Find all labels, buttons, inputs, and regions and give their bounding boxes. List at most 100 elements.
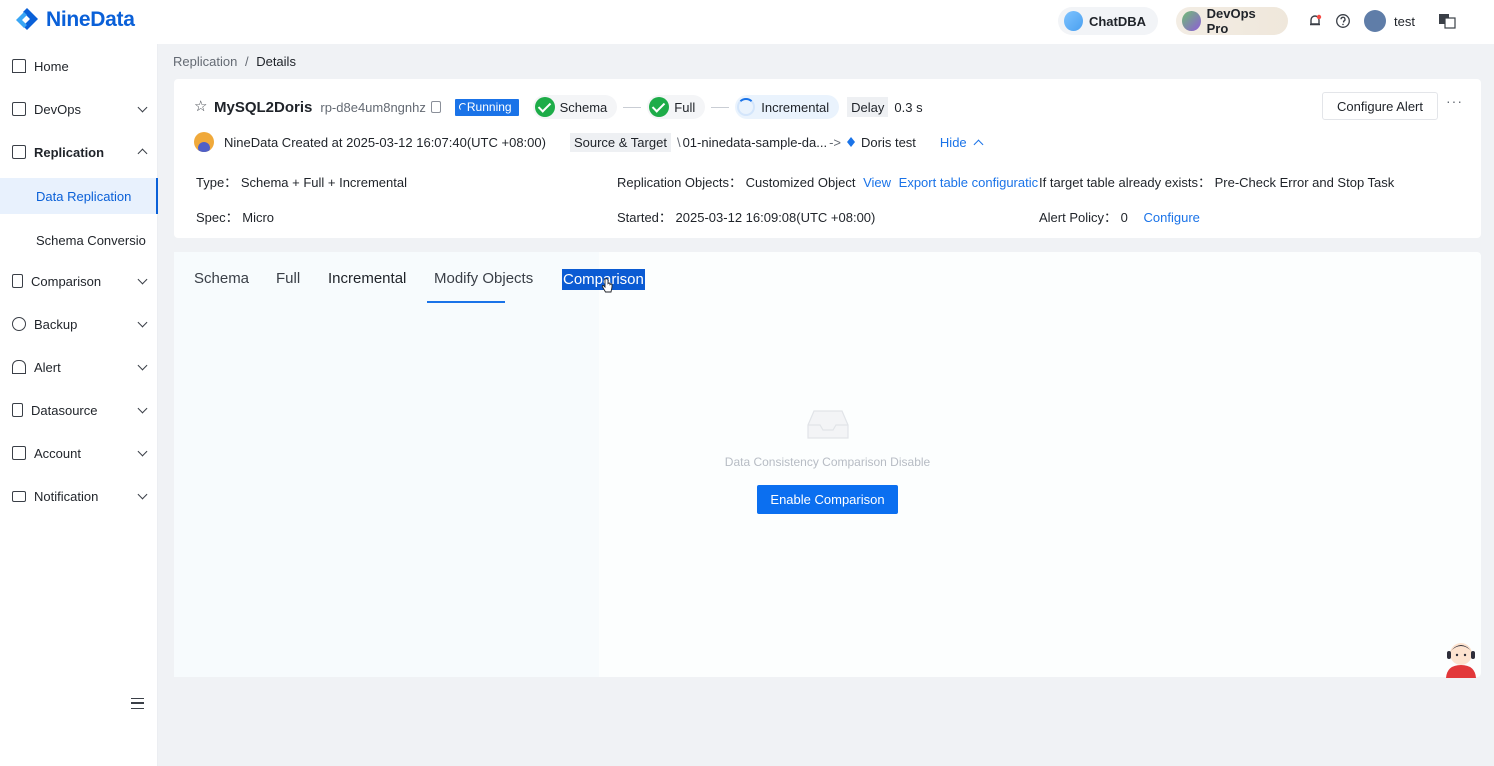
breadcrumb-replication[interactable]: Replication bbox=[173, 54, 237, 69]
alarm-icon bbox=[12, 360, 26, 374]
sidebar-item-replication[interactable]: Replication bbox=[0, 134, 158, 170]
step-full: Full bbox=[647, 95, 706, 119]
type-info: Type： Schema + Full + Incremental bbox=[196, 172, 407, 191]
configure-link[interactable]: Configure bbox=[1144, 210, 1200, 225]
sidebar-item-devops[interactable]: DevOps bbox=[0, 91, 158, 127]
hide-details-link[interactable]: Hide bbox=[939, 134, 984, 150]
star-icon[interactable]: ☆ bbox=[194, 99, 208, 114]
step-label: Schema bbox=[559, 99, 608, 115]
source-target-label: Source & Target bbox=[569, 132, 671, 152]
tab-incremental[interactable]: Incremental bbox=[328, 270, 406, 287]
target-exists-label: If target table already exists： bbox=[1039, 175, 1211, 190]
sidebar-subitem-data-replication[interactable]: Data Replication bbox=[0, 178, 158, 214]
replication-objects-info: Replication Objects： Customized Object V… bbox=[617, 172, 1039, 191]
step-label: Incremental bbox=[761, 99, 830, 115]
started-value: 2025-03-12 16:09:08(UTC +08:00) bbox=[675, 210, 876, 225]
alert-policy-label: Alert Policy： bbox=[1039, 210, 1118, 225]
step-connector bbox=[711, 106, 730, 108]
started-info: Started： 2025-03-12 16:09:08(UTC +08:00) bbox=[617, 207, 875, 226]
tab-modify-objects[interactable]: Modify Objects bbox=[434, 270, 533, 287]
hand-cursor-icon bbox=[601, 278, 613, 293]
sidebar-item-datasource[interactable]: Datasource bbox=[0, 392, 158, 428]
top-bar: NineData ChatDBA DevOps Pro test bbox=[0, 0, 1494, 44]
hide-label: Hide bbox=[939, 134, 967, 150]
monitor-icon bbox=[12, 102, 26, 116]
sidebar-item-home[interactable]: Home bbox=[0, 48, 158, 84]
view-link[interactable]: View bbox=[863, 175, 891, 190]
clipboard-icon bbox=[12, 274, 23, 288]
sidebar-item-label: Notification bbox=[34, 488, 99, 504]
cloud-icon bbox=[12, 317, 26, 331]
bell-icon[interactable] bbox=[1307, 13, 1323, 29]
chevron-down-icon bbox=[137, 317, 148, 328]
tabs-panel: Schema Full Incremental Modify Objects C… bbox=[174, 252, 1481, 677]
tab-schema[interactable]: Schema bbox=[194, 270, 249, 287]
more-icon[interactable]: ··· bbox=[1446, 93, 1463, 109]
chevron-down-icon bbox=[137, 274, 148, 285]
chevron-down-icon bbox=[137, 489, 148, 500]
replication-objects-label: Replication Objects： bbox=[617, 175, 742, 190]
configure-alert-button[interactable]: Configure Alert bbox=[1322, 92, 1438, 120]
language-icon[interactable] bbox=[1438, 12, 1456, 30]
breadcrumb-current: Details bbox=[256, 54, 296, 69]
chatdba-button[interactable]: ChatDBA bbox=[1058, 7, 1158, 35]
enable-comparison-button[interactable]: Enable Comparison bbox=[757, 485, 898, 514]
sidebar-item-label: Alert bbox=[34, 359, 61, 375]
spec-info: Spec： Micro bbox=[196, 207, 274, 226]
doris-icon bbox=[847, 137, 856, 147]
sidebar-item-label: Schema Conversio bbox=[36, 232, 146, 248]
chevron-down-icon bbox=[137, 102, 148, 113]
created-info: NineData Created at 2025-03-12 16:07:40(… bbox=[224, 134, 546, 150]
step-incremental: Incremental bbox=[735, 95, 840, 119]
sidebar-subitem-schema-conversion[interactable]: Schema Conversio bbox=[0, 222, 158, 258]
support-assistant-icon[interactable] bbox=[1443, 638, 1479, 678]
help-icon[interactable] bbox=[1335, 13, 1351, 29]
type-label: Type： bbox=[196, 175, 238, 190]
sidebar-item-label: Datasource bbox=[31, 402, 98, 418]
sidebar-item-backup[interactable]: Backup bbox=[0, 306, 158, 342]
empty-state-message: Data Consistency Comparison Disable bbox=[724, 455, 931, 469]
target-datasource[interactable]: Doris test bbox=[861, 135, 916, 150]
app-logo[interactable]: NineData bbox=[14, 7, 135, 33]
ninedata-logo-icon bbox=[16, 8, 38, 30]
sidebar-item-notification[interactable]: Notification bbox=[0, 478, 158, 514]
type-value: Schema + Full + Incremental bbox=[240, 175, 408, 190]
home-icon bbox=[12, 59, 26, 73]
sidebar-item-label: Replication bbox=[34, 144, 105, 160]
sidebar-item-alert[interactable]: Alert bbox=[0, 349, 158, 385]
sidebar-item-comparison[interactable]: Comparison bbox=[0, 263, 158, 299]
loading-spinner-icon bbox=[737, 98, 756, 116]
user-menu[interactable]: test bbox=[1364, 10, 1415, 32]
export-table-config-link[interactable]: Export table configuratic bbox=[899, 175, 1038, 190]
chatdba-label: ChatDBA bbox=[1088, 13, 1146, 29]
devops-pro-label: DevOps Pro bbox=[1206, 6, 1256, 36]
task-title-row: ☆ MySQL2Doris rp-d8e4um8ngnhz Running Sc… bbox=[194, 95, 923, 119]
sidebar: Home DevOps Replication Data Replication… bbox=[0, 44, 158, 766]
delay-label: Delay bbox=[847, 97, 889, 117]
target-exists-value: Pre-Check Error and Stop Task bbox=[1214, 175, 1395, 190]
task-name: MySQL2Doris bbox=[214, 98, 313, 116]
sidebar-item-account[interactable]: Account bbox=[0, 435, 158, 471]
empty-inbox-icon bbox=[807, 410, 849, 439]
devops-pro-button[interactable]: DevOps Pro bbox=[1176, 6, 1288, 36]
app-name: NineData bbox=[46, 8, 135, 31]
chevron-down-icon bbox=[137, 446, 148, 457]
collapse-sidebar-icon[interactable] bbox=[131, 698, 144, 709]
target-exists-info: If target table already exists： Pre-Chec… bbox=[1039, 172, 1394, 191]
tab-full[interactable]: Full bbox=[276, 270, 300, 287]
replication-objects-value: Customized Object bbox=[745, 175, 856, 190]
chevron-up-icon bbox=[137, 148, 148, 159]
step-label: Full bbox=[674, 99, 696, 115]
replication-icon bbox=[12, 145, 26, 159]
alert-policy-info: Alert Policy： 0 Configure bbox=[1039, 207, 1200, 226]
tab-active-indicator bbox=[427, 301, 505, 303]
sidebar-item-label: Data Replication bbox=[36, 188, 132, 204]
copy-icon[interactable] bbox=[430, 101, 441, 113]
source-datasource[interactable]: 01-ninedata-sample-da... bbox=[683, 135, 828, 150]
database-icon bbox=[12, 403, 23, 417]
chevron-down-icon bbox=[137, 403, 148, 414]
mysql-icon: \ bbox=[676, 134, 681, 150]
chatdba-icon bbox=[1064, 11, 1083, 31]
avatar bbox=[194, 132, 214, 152]
arrow-right-icon: -> bbox=[829, 134, 842, 150]
